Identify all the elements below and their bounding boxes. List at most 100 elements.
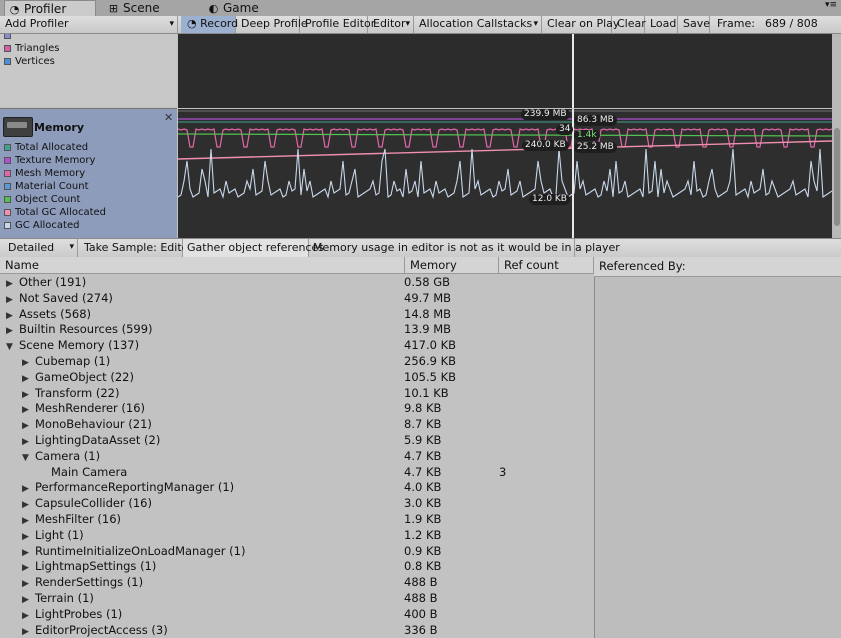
legend-item-object-count[interactable]: Object Count — [0, 193, 177, 206]
clear-on-play-button[interactable]: Clear on Play — [542, 16, 619, 33]
row-name-text: MonoBehaviour (21) — [35, 417, 152, 432]
allocation-callstacks-label: Allocation Callstacks — [419, 17, 533, 30]
view-mode-dropdown[interactable]: Detailed — [0, 239, 78, 257]
rendering-graph[interactable] — [178, 34, 832, 108]
memory-module-panel[interactable]: Memory ✕ Total Allocated Texture Memory … — [0, 108, 177, 239]
take-sample-button[interactable]: Take Sample: Editor — [80, 239, 193, 257]
tab-menu-icon[interactable]: ▾≡ — [825, 0, 837, 10]
legend-item-mesh-memory[interactable]: Mesh Memory — [0, 167, 177, 180]
tab-scene[interactable]: ⊞ Scene — [104, 0, 174, 16]
editor-target-dropdown[interactable]: Editor — [368, 16, 414, 33]
table-row[interactable]: ▶ RenderSettings (1) 488 B — [0, 575, 594, 591]
row-memory-cell: 488 B — [404, 590, 438, 605]
table-row[interactable]: ▶ Terrain (1) 488 B — [0, 591, 594, 607]
legend-swatch — [4, 183, 11, 190]
row-memory-cell: 0.9 KB — [404, 543, 442, 558]
row-memory-cell: 0.58 GB — [404, 275, 451, 289]
table-row[interactable]: ▶ Assets (568) 14.8 MB — [0, 307, 594, 323]
row-memory-cell: 256.9 KB — [404, 353, 457, 368]
referenced-by-header: Referenced By: — [594, 257, 841, 277]
table-row[interactable]: ▶ Builtin Resources (599) 13.9 MB — [0, 322, 594, 338]
legend-item-material-count[interactable]: Material Count — [0, 180, 177, 193]
table-row[interactable]: ▶ MeshFilter (16) 1.9 KB — [0, 512, 594, 528]
close-icon[interactable]: ✕ — [164, 111, 173, 124]
table-row[interactable]: ▶ RuntimeInitializeOnLoadManager (1) 0.9 K… — [0, 544, 594, 560]
legend-item-triangles[interactable]: Triangles — [0, 42, 177, 55]
profiler-toolbar: Add Profiler ◔ Record Deep Profile Profi… — [0, 16, 841, 34]
row-memory-cell: 1.2 KB — [404, 527, 442, 542]
load-button[interactable]: Load — [645, 16, 678, 33]
row-name-text: Main Camera — [51, 464, 128, 479]
tab-profiler[interactable]: ◔ Profiler — [4, 0, 96, 16]
table-row[interactable]: ▶ LightProbes (1) 400 B — [0, 607, 594, 623]
row-memory-cell: 488 B — [404, 575, 438, 590]
table-row[interactable]: ▶ Other (191) 0.58 GB — [0, 275, 594, 291]
row-memory-cell: 8.7 KB — [404, 417, 442, 432]
tab-game[interactable]: ◐ Game — [204, 0, 274, 16]
legend-label: Texture Memory — [15, 155, 96, 166]
legend-swatch — [4, 34, 11, 39]
window-tab-bar: ◔ Profiler ⊞ Scene ◐ Game ▾≡ — [0, 0, 841, 17]
take-sample-label: Take Sample: Editor — [84, 241, 193, 254]
editor-memory-notice: Memory usage in editor is not as it woul… — [309, 239, 620, 257]
column-header-ref-count[interactable]: Ref count — [499, 257, 594, 273]
row-name-text: MeshFilter (16) — [35, 511, 122, 526]
table-row[interactable]: ▼ Scene Memory (137) 417.0 KB — [0, 338, 594, 354]
legend-item-vertices[interactable]: Vertices — [0, 55, 177, 68]
memory-graph[interactable]: 239.9 MB 86.3 MB 34 1.4k 240.0 KB 25.2 M… — [178, 109, 832, 238]
memory-module-title: Memory — [34, 121, 85, 134]
pacman-icon: ◐ — [208, 2, 219, 15]
table-row[interactable]: ▶ LightingDataAsset (2) 5.9 KB — [0, 433, 594, 449]
row-memory-cell: 4.7 KB — [404, 448, 442, 463]
deep-profile-button[interactable]: Deep Profile — [236, 16, 308, 33]
table-row[interactable]: ▶ CapsuleCollider (16) 3.0 KB — [0, 496, 594, 512]
table-row[interactable]: ▶ MonoBehaviour (21) 8.7 KB — [0, 417, 594, 433]
record-button[interactable]: ◔ Record — [181, 16, 238, 33]
legend-swatch — [4, 209, 11, 216]
legend-swatch — [4, 58, 11, 65]
table-row[interactable]: ▶ EditorProjectAccess (3) 336 B — [0, 623, 594, 638]
table-row[interactable]: ▶ GameObject (22) 105.5 KB — [0, 370, 594, 386]
allocation-callstacks-dropdown[interactable]: Allocation Callstacks — [414, 16, 542, 33]
save-button[interactable]: Save — [678, 16, 710, 33]
column-header-name[interactable]: Name — [0, 257, 405, 273]
row-memory-cell: 5.9 KB — [404, 432, 442, 447]
row-memory-cell: 3.0 KB — [404, 496, 442, 511]
table-row[interactable]: ▶ MeshRenderer (16) 9.8 KB — [0, 401, 594, 417]
clear-button[interactable]: Clear — [612, 16, 646, 33]
editor-target-label: Editor — [373, 17, 406, 30]
gather-object-references-toggle[interactable]: Gather object references — [183, 239, 324, 257]
frame-counter: 689 / 808 — [765, 17, 818, 30]
add-profiler-dropdown[interactable]: Add Profiler — [0, 16, 178, 33]
table-row[interactable]: ▶ Transform (22) 10.1 KB — [0, 386, 594, 402]
row-name-text: Scene Memory (137) — [19, 338, 140, 353]
table-row[interactable]: ▼ Camera (1) 4.7 KB — [0, 449, 594, 465]
profile-editor-label: Profile Editor — [305, 17, 376, 30]
tab-profiler-label: Profiler — [24, 2, 67, 16]
grid-icon: ⊞ — [108, 2, 119, 15]
table-row[interactable]: ▶ LightmapSettings (1) 0.8 KB — [0, 559, 594, 575]
row-memory-cell: 400 B — [404, 606, 438, 621]
graph-scrollbar-thumb[interactable] — [834, 128, 840, 226]
legend-item-gc-allocated[interactable]: GC Allocated — [0, 219, 177, 232]
row-name-text: PerformanceReportingManager (1) — [35, 480, 235, 495]
legend-item-total-gc-allocated[interactable]: Total GC Allocated — [0, 206, 177, 219]
memory-table-body: ▶ Other (191) 0.58 GB ▶ Not Saved (274) 49.7 … — [0, 275, 594, 638]
record-icon: ◔ — [187, 17, 201, 30]
row-name-text: Terrain (1) — [35, 590, 94, 605]
legend-item-total-allocated[interactable]: Total Allocated — [0, 141, 177, 154]
row-name-text: LightmapSettings (1) — [35, 559, 157, 574]
row-name-text: Light (1) — [35, 527, 84, 542]
referenced-by-panel — [594, 257, 841, 638]
collapsed-arrow-icon[interactable]: ▶ — [22, 625, 32, 638]
table-row[interactable]: ▶ Not Saved (274) 49.7 MB — [0, 291, 594, 307]
table-row[interactable]: Main Camera 4.7 KB 3 — [0, 465, 594, 481]
value-label-mesh-memory: 25.2 MB — [574, 142, 617, 153]
column-header-memory[interactable]: Memory — [405, 257, 499, 273]
deep-profile-label: Deep Profile — [241, 17, 308, 30]
table-row[interactable]: ▶ PerformanceReportingManager (1) 4.0 KB — [0, 480, 594, 496]
legend-item-texture-memory[interactable]: Texture Memory — [0, 154, 177, 167]
table-row[interactable]: ▶ Cubemap (1) 256.9 KB — [0, 354, 594, 370]
table-row[interactable]: ▶ Light (1) 1.2 KB — [0, 528, 594, 544]
profile-editor-button[interactable]: Profile Editor — [300, 16, 375, 33]
